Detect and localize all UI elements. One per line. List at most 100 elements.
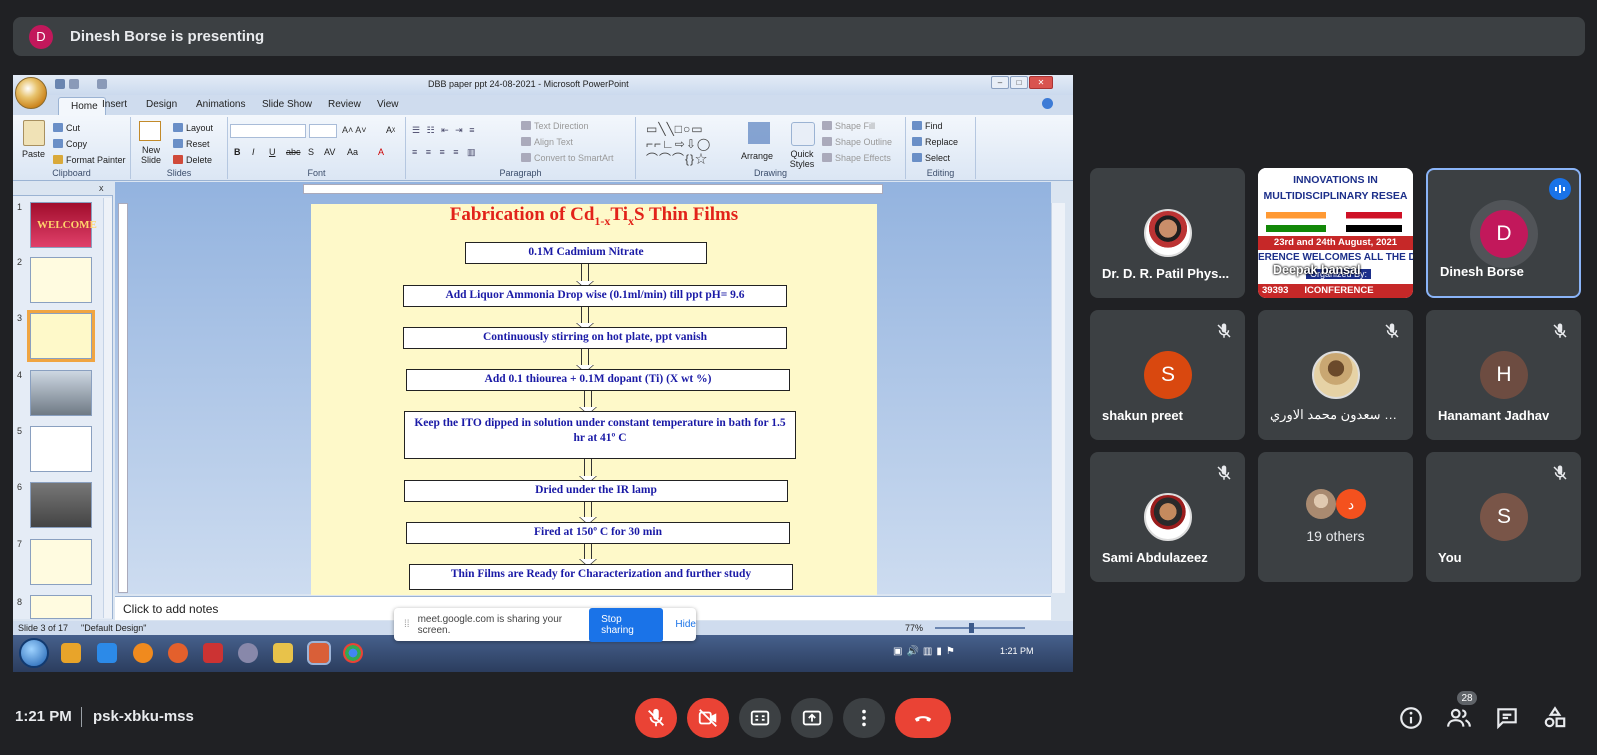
strike-button[interactable]: abc	[286, 147, 301, 157]
spacing-button[interactable]: AV	[324, 147, 335, 157]
italic-button[interactable]: I	[252, 147, 255, 157]
activities-icon[interactable]	[1542, 705, 1568, 731]
camera-toggle-button[interactable]	[687, 698, 729, 738]
captions-button[interactable]	[739, 698, 781, 738]
app-icon[interactable]	[203, 643, 223, 663]
leave-call-button[interactable]	[895, 698, 951, 738]
chat-icon[interactable]	[1494, 705, 1520, 731]
grow-font-icon[interactable]: A˄ A˅	[342, 125, 367, 135]
people-icon[interactable]	[1446, 705, 1472, 731]
slide-thumb-7[interactable]	[30, 539, 92, 585]
align-icons[interactable]: ≡ ≡ ≡ ≡ ▥	[412, 147, 479, 158]
tab-slide-show[interactable]: Slide Show	[262, 99, 312, 110]
stop-sharing-button[interactable]: Stop sharing	[589, 607, 664, 642]
slide-thumb-6[interactable]	[30, 482, 92, 528]
reset-button[interactable]: Reset	[173, 139, 210, 149]
drag-handle-icon[interactable]: ⁞⁞	[404, 619, 410, 630]
tray-icons[interactable]: ▣🔊▥▮⚑	[893, 646, 993, 658]
new-slide-button[interactable]: New Slide	[136, 145, 166, 165]
start-button[interactable]	[19, 638, 49, 668]
shape-fill-button[interactable]: Shape Fill	[822, 121, 875, 131]
tab-view[interactable]: View	[377, 99, 399, 110]
zoom-slider[interactable]	[935, 627, 1025, 629]
zoom-slider-thumb[interactable]	[969, 623, 974, 633]
participant-tile[interactable]: بشرى سعدون محمد الاوري	[1258, 310, 1413, 440]
app-icon[interactable]	[238, 643, 258, 663]
replace-button[interactable]: Replace	[912, 137, 958, 147]
arrange-button[interactable]: Arrange	[741, 151, 773, 161]
firefox-icon[interactable]	[168, 643, 188, 663]
tab-insert[interactable]: Insert	[102, 99, 127, 110]
delete-slide-button[interactable]: Delete	[173, 155, 212, 165]
select-button[interactable]: Select	[912, 153, 950, 163]
shape-outline-button[interactable]: Shape Outline	[822, 137, 892, 147]
maximize-button[interactable]: □	[1010, 76, 1028, 89]
folder-icon[interactable]	[273, 643, 293, 663]
underline-button[interactable]: U	[269, 147, 276, 157]
convert-smartart-button[interactable]: Convert to SmartArt	[521, 153, 614, 163]
help-icon[interactable]	[1042, 98, 1053, 109]
font-color-button[interactable]: A	[378, 147, 384, 157]
chrome-icon[interactable]	[343, 643, 363, 663]
paste-button[interactable]: Paste	[22, 149, 45, 159]
slide-thumb-4[interactable]	[30, 370, 92, 416]
slide-thumb-3[interactable]	[27, 310, 95, 362]
paste-icon[interactable]	[23, 120, 45, 146]
participant-tile[interactable]: Dr. D. R. Patil Phys...	[1090, 168, 1245, 298]
text-direction-button[interactable]: Text Direction	[521, 121, 589, 131]
participant-tile[interactable]: H Hanamant Jadhav	[1426, 310, 1581, 440]
tab-animations[interactable]: Animations	[196, 99, 245, 110]
slide[interactable]: Fabrication of Cd1-xTixS Thin Films 0.1M…	[311, 204, 877, 595]
font-size-select[interactable]	[309, 124, 337, 138]
arrange-icon[interactable]	[748, 122, 770, 144]
new-slide-icon[interactable]	[139, 121, 161, 141]
participant-tile[interactable]: S shakun preet	[1090, 310, 1245, 440]
find-button[interactable]: Find	[912, 121, 943, 131]
browser-icon[interactable]	[133, 643, 153, 663]
shapes-gallery[interactable]: ▭╲╲□○▭ ⌐⌐∟⇨⇩◯ ⌒⌒⌒{}☆	[646, 122, 744, 166]
quick-styles-button[interactable]: Quick Styles	[787, 149, 817, 169]
pane-close-icon[interactable]: x	[99, 183, 104, 193]
tab-design[interactable]: Design	[146, 99, 177, 110]
font-name-select[interactable]	[230, 124, 306, 138]
align-text-button[interactable]: Align Text	[521, 137, 573, 147]
change-case-button[interactable]: Aa	[347, 147, 358, 157]
office-button[interactable]	[15, 77, 47, 109]
format-painter-button[interactable]: Format Painter	[53, 155, 126, 165]
quick-styles-icon[interactable]	[791, 122, 815, 146]
clear-format-icon[interactable]: Aᵡ	[386, 125, 395, 135]
ie-icon[interactable]	[97, 643, 117, 663]
slide-thumb-5[interactable]	[30, 426, 92, 472]
slides-pane-scrollbar[interactable]	[103, 198, 112, 618]
tab-home[interactable]: Home	[58, 97, 106, 115]
tab-review[interactable]: Review	[328, 99, 361, 110]
mic-toggle-button[interactable]	[635, 698, 677, 738]
slide-thumb-8[interactable]	[30, 595, 92, 619]
close-button[interactable]: ✕	[1029, 76, 1053, 89]
minimize-button[interactable]: –	[991, 76, 1009, 89]
redo-icon[interactable]	[97, 79, 107, 89]
hide-button[interactable]: Hide	[675, 619, 696, 630]
participant-tile[interactable]: Sami Abdulazeez	[1090, 452, 1245, 582]
slide-thumb-2[interactable]	[30, 257, 92, 303]
slide-scrollbar[interactable]	[1051, 203, 1065, 593]
list-icons[interactable]: ☰ ☷ ⇤ ⇥ ≡	[412, 125, 476, 136]
participant-tile-others[interactable]: د 19 others	[1258, 452, 1413, 582]
slide-thumb-1[interactable]: WELCOME	[30, 202, 97, 248]
shape-effects-button[interactable]: Shape Effects	[822, 153, 891, 163]
participant-tile-speaking[interactable]: D Dinesh Borse	[1426, 168, 1581, 298]
info-icon[interactable]	[1398, 705, 1424, 731]
participant-tile-self[interactable]: S You	[1426, 452, 1581, 582]
media-player-icon[interactable]	[61, 643, 81, 663]
undo-icon[interactable]	[69, 79, 79, 89]
participant-tile[interactable]: INNOVATIONS IN MULTIDISCIPLINARY RESEA 23…	[1258, 168, 1413, 298]
more-options-button[interactable]	[843, 698, 885, 738]
cut-button[interactable]: Cut	[53, 123, 80, 133]
layout-button[interactable]: Layout	[173, 123, 213, 133]
present-button[interactable]	[791, 698, 833, 738]
powerpoint-taskbar-icon[interactable]	[307, 641, 331, 665]
bold-button[interactable]: B	[234, 147, 241, 157]
shadow-button[interactable]: S	[308, 147, 314, 157]
copy-button[interactable]: Copy	[53, 139, 87, 149]
save-icon[interactable]	[55, 79, 65, 89]
